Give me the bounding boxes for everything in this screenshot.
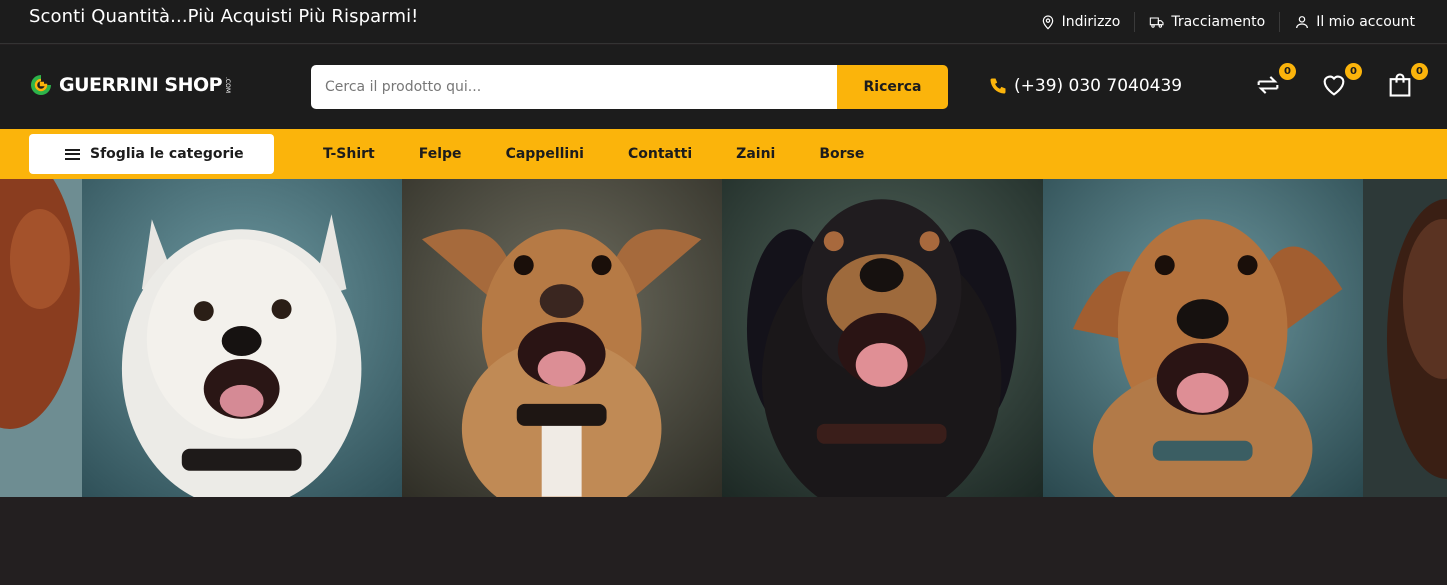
logo-mark-icon [31, 75, 51, 95]
logo-suffix: .COM [224, 77, 232, 93]
nav-link-cappellini[interactable]: Cappellini [484, 146, 606, 162]
account-link[interactable]: Il mio account [1279, 12, 1429, 32]
heart-icon [1323, 75, 1345, 96]
top-links: Indirizzo Tracciamento Il mio account [1026, 0, 1429, 44]
nav-link-contatti[interactable]: Contatti [606, 146, 714, 162]
menu-icon [65, 148, 80, 160]
phone-number: (+39) 030 7040439 [1014, 76, 1183, 96]
compare-icon [1257, 76, 1279, 94]
nav-link-borse[interactable]: Borse [797, 146, 886, 162]
address-link[interactable]: Indirizzo [1026, 12, 1135, 32]
browse-categories-button[interactable]: Sfoglia le categorie [29, 134, 274, 174]
compare-button[interactable]: 0 [1254, 63, 1296, 101]
nav-link-tshirt[interactable]: T-Shirt [301, 146, 397, 162]
wishlist-button[interactable]: 0 [1320, 63, 1362, 101]
nav-link-felpe[interactable]: Felpe [397, 146, 484, 162]
logo-text: GUERRINI SHOP [59, 74, 223, 96]
header: GUERRINI SHOP .COM Ricerca (+39) 030 704… [0, 45, 1447, 129]
nav-links: T-Shirt Felpe Cappellini Contatti Zaini … [301, 129, 886, 179]
search-button[interactable]: Ricerca [837, 65, 948, 109]
promo-text: Sconti Quantità...Più Acquisti Più Rispa… [29, 6, 419, 27]
site-logo[interactable]: GUERRINI SHOP .COM [29, 73, 231, 97]
cart-button[interactable]: 0 [1386, 63, 1428, 101]
search-input[interactable] [311, 65, 837, 109]
browse-categories-label: Sfoglia le categorie [90, 146, 244, 162]
user-icon [1296, 16, 1309, 29]
main-nav: Sfoglia le categorie T-Shirt Felpe Cappe… [0, 129, 1447, 179]
top-bar: Sconti Quantità...Più Acquisti Più Rispa… [0, 0, 1447, 44]
truck-icon [1150, 17, 1164, 28]
banner-dog-brown [1042, 179, 1364, 497]
page-content-area [0, 497, 1447, 585]
wishlist-count: 0 [1345, 63, 1362, 80]
compare-count: 0 [1279, 63, 1296, 80]
hero-banner [0, 179, 1447, 497]
nav-link-zaini[interactable]: Zaini [714, 146, 797, 162]
map-pin-icon [1042, 15, 1053, 30]
header-icons: 0 0 0 [1254, 63, 1428, 101]
cart-count: 0 [1411, 63, 1428, 80]
address-link-label: Indirizzo [1061, 14, 1121, 30]
account-link-label: Il mio account [1316, 14, 1415, 30]
banner-dog-partial-right [1363, 179, 1447, 497]
tracking-link-label: Tracciamento [1171, 14, 1266, 30]
phone-contact[interactable]: (+39) 030 7040439 [988, 76, 1182, 96]
banner-dog-black [722, 179, 1043, 497]
banner-dog-partial-left [0, 179, 82, 497]
phone-icon [990, 78, 1006, 94]
cart-icon [1389, 73, 1411, 97]
search-bar: Ricerca [311, 65, 948, 109]
banner-dog-tan [402, 179, 723, 497]
banner-dog-white [81, 179, 403, 497]
tracking-link[interactable]: Tracciamento [1134, 12, 1279, 32]
